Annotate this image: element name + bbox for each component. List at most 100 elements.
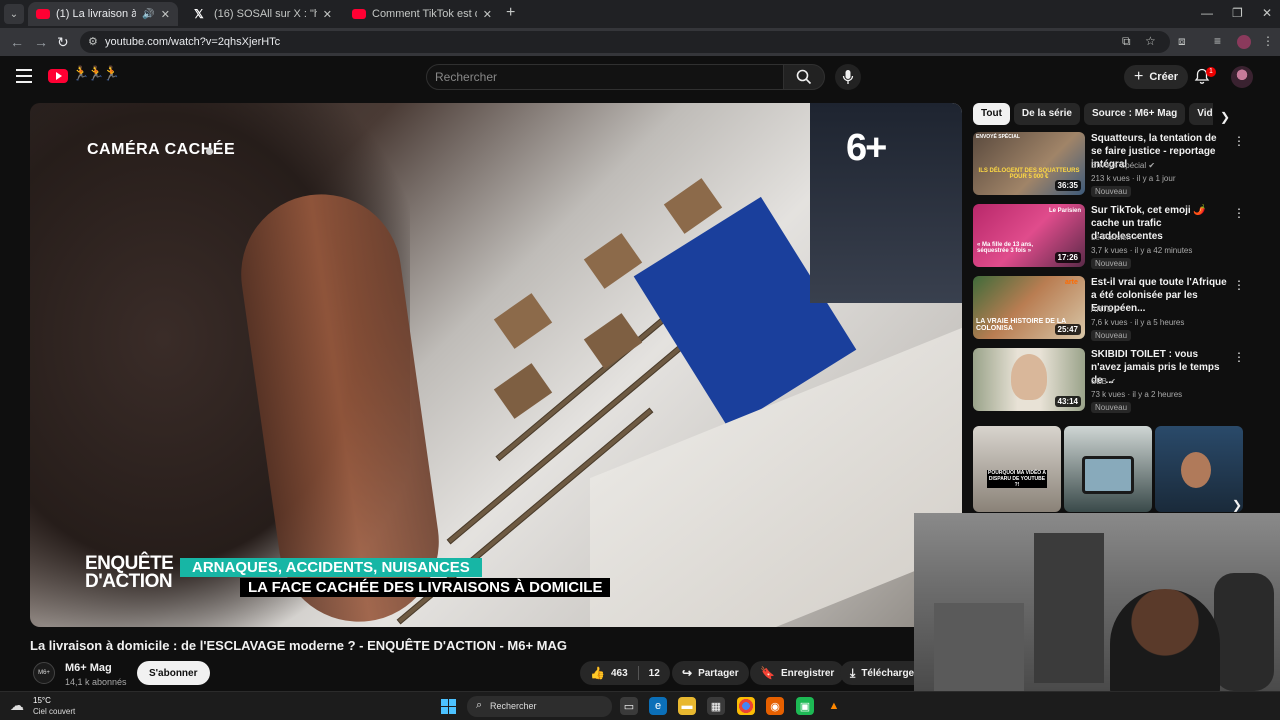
windows-start-icon[interactable] [441, 699, 456, 714]
new-badge: Nouveau [1091, 258, 1132, 269]
plus-icon: + [1134, 68, 1144, 85]
recommendation-item[interactable]: arte LA VRAIE HISTOIRE DE LA COLONISA 25… [973, 276, 1245, 344]
close-window-icon[interactable]: ✕ [1262, 6, 1272, 20]
windows-taskbar: ☁ 15°C Ciel couvert ⌕ Rechercher ▭ e ▬ ▦… [0, 691, 1280, 720]
weather-temperature[interactable]: 15°C [33, 696, 51, 705]
minimize-icon[interactable]: — [1201, 6, 1213, 20]
webcam-overlay [914, 513, 1280, 691]
close-tab-icon[interactable]: ✕ [483, 8, 492, 21]
vlc-icon[interactable]: ▲ [825, 697, 843, 715]
restore-icon[interactable]: ❐ [1232, 6, 1243, 20]
show-logo: ENQUÊTE D'ACTION [85, 554, 174, 591]
download-button[interactable]: ⤓ Télécharge [840, 661, 914, 685]
like-count[interactable]: 463 [611, 668, 628, 679]
store-icon[interactable]: ▦ [707, 697, 725, 715]
doodle-figures-icon[interactable]: 🏃🏃🏃 [72, 65, 120, 82]
browser-menu-icon[interactable]: ⋮ [1262, 34, 1274, 48]
recommendation-channel[interactable]: Envoyé Spécial ✔ [1091, 161, 1155, 170]
short-thumbnail[interactable] [1064, 426, 1152, 512]
thumbs-up-icon[interactable]: 👍 [590, 666, 605, 680]
cloud-icon[interactable]: ☁ [10, 697, 24, 714]
menu-icon[interactable] [16, 69, 32, 83]
video-thumbnail[interactable]: 43:14 [973, 348, 1085, 411]
taskbar-search-label: Rechercher [490, 701, 537, 711]
more-options-icon[interactable]: ⋮ [1233, 206, 1245, 220]
firefox-icon[interactable]: ◉ [766, 697, 784, 715]
search-button[interactable] [783, 64, 825, 90]
edge-icon[interactable]: e [649, 697, 667, 715]
video-thumbnail[interactable]: ENVOYÉ SPÉCIAL ILS DÉLOGENT DES SQUATTEU… [973, 132, 1085, 195]
thumbnail-caption: ILS DÉLOGENT DES SQUATTEURS POUR 5 000 € [978, 168, 1080, 180]
new-badge: Nouveau [1091, 402, 1132, 413]
tab-youtube-video[interactable]: (1) La livraison à domicile : d 🔊 ✕ [28, 2, 178, 26]
extensions-icon[interactable]: ⧈ [1178, 34, 1186, 49]
chip-videos[interactable]: Vidéo [1189, 103, 1213, 125]
chevron-right-icon[interactable]: ❯ [1232, 498, 1242, 512]
recommendation-channel[interactable]: ARTE ✔ [1091, 305, 1121, 314]
reading-list-icon[interactable]: ≡ [1214, 34, 1221, 48]
tab-x-post[interactable]: 𝕏 (16) SOSAll sur X : "https://t.co/ ✕ [186, 2, 340, 26]
forward-icon[interactable]: → [34, 34, 48, 50]
chevron-right-icon[interactable]: ❯ [1220, 110, 1230, 124]
file-explorer-icon[interactable]: ▬ [678, 697, 696, 715]
recommendation-item[interactable]: ENVOYÉ SPÉCIAL ILS DÉLOGENT DES SQUATTEU… [973, 132, 1245, 200]
share-button[interactable]: ↪ Partager [672, 661, 749, 685]
more-options-icon[interactable]: ⋮ [1233, 278, 1245, 292]
site-info-icon[interactable]: ⚙ [88, 35, 98, 48]
bookmark-icon: 🔖 [760, 666, 775, 680]
bookmark-star-icon[interactable]: ☆ [1145, 34, 1156, 48]
notification-badge: 1 [1206, 67, 1216, 77]
video-player[interactable]: CAMÉRA CACHÉE 6+ ENQUÊTE D'ACTION ARNAQU… [30, 103, 962, 627]
search-icon: ⌕ [476, 699, 483, 711]
new-badge: Nouveau [1091, 330, 1132, 341]
voice-search-button[interactable] [835, 64, 861, 90]
url-text[interactable]: youtube.com/watch?v=2qhsXjerHTc [105, 36, 280, 48]
search-input[interactable] [435, 69, 765, 85]
app-icon[interactable]: ▣ [796, 697, 814, 715]
search-box[interactable] [426, 64, 784, 90]
recommendation-item[interactable]: Le Parisien « Ma fille de 13 ans, séques… [973, 204, 1245, 272]
close-tab-icon[interactable]: ✕ [323, 8, 332, 21]
task-view-icon[interactable]: ▭ [620, 697, 638, 715]
account-avatar[interactable] [1231, 66, 1253, 88]
reload-icon[interactable]: ↻ [57, 34, 69, 51]
weather-description[interactable]: Ciel couvert [33, 707, 75, 716]
more-options-icon[interactable]: ⋮ [1233, 134, 1245, 148]
new-tab-icon[interactable]: + [506, 4, 515, 22]
face-shape [1011, 354, 1047, 400]
browser-profile-avatar[interactable] [1237, 35, 1251, 49]
more-options-icon[interactable]: ⋮ [1233, 350, 1245, 364]
recommendation-meta: 3,7 k vues · il y a 42 minutes [1091, 246, 1193, 255]
short-thumbnail[interactable]: POURQUOI MA VIDÉO A DISPARU DE YOUTUBE ?… [973, 426, 1061, 512]
verified-icon: ✔ [1133, 233, 1140, 242]
box-shape [493, 363, 553, 419]
address-bar[interactable]: ⚙ youtube.com/watch?v=2qhsXjerHTc [80, 31, 1170, 53]
chip-from-series[interactable]: De la série [1013, 103, 1080, 125]
speaker-icon[interactable]: 🔊 [142, 9, 154, 20]
recommendation-channel[interactable]: Le Parisien ✔ [1091, 233, 1140, 242]
tab-search-icon[interactable]: ⌄ [4, 4, 24, 24]
short-thumbnail[interactable] [1155, 426, 1243, 512]
video-thumbnail[interactable]: Le Parisien « Ma fille de 13 ans, séques… [973, 204, 1085, 267]
youtube-logo-icon[interactable] [48, 69, 68, 83]
new-badge: Nouveau [1091, 186, 1132, 197]
video-duration: 43:14 [1054, 396, 1081, 407]
subscribe-button[interactable]: S'abonner [137, 661, 210, 685]
video-thumbnail[interactable]: arte LA VRAIE HISTOIRE DE LA COLONISA 25… [973, 276, 1085, 339]
channel-avatar[interactable]: M6+ [33, 662, 55, 684]
channel-name[interactable]: M6+ Mag [65, 662, 112, 674]
shelf-shape [1034, 533, 1104, 683]
chrome-icon[interactable] [737, 697, 755, 715]
save-button[interactable]: 🔖 Enregistrer [750, 661, 845, 685]
cast-icon[interactable]: ⧉ [1122, 34, 1131, 49]
tab-tiktok-video[interactable]: Comment TikTok est devenu u ✕ [344, 2, 500, 26]
taskbar-search[interactable]: ⌕ Rechercher [467, 696, 612, 717]
recommendation-item[interactable]: 43:14 SKIBIDI TOILET : vous n'avez jamai… [973, 348, 1245, 416]
back-icon[interactable]: ← [10, 34, 24, 50]
chip-source[interactable]: Source : M6+ Mag [1083, 103, 1186, 125]
create-button[interactable]: + Créer [1124, 65, 1189, 89]
recommendation-channel[interactable]: SEB ✔ [1091, 377, 1116, 386]
close-tab-icon[interactable]: ✕ [161, 8, 170, 21]
chip-all[interactable]: Tout [973, 103, 1010, 125]
comment-count[interactable]: 12 [649, 668, 660, 679]
